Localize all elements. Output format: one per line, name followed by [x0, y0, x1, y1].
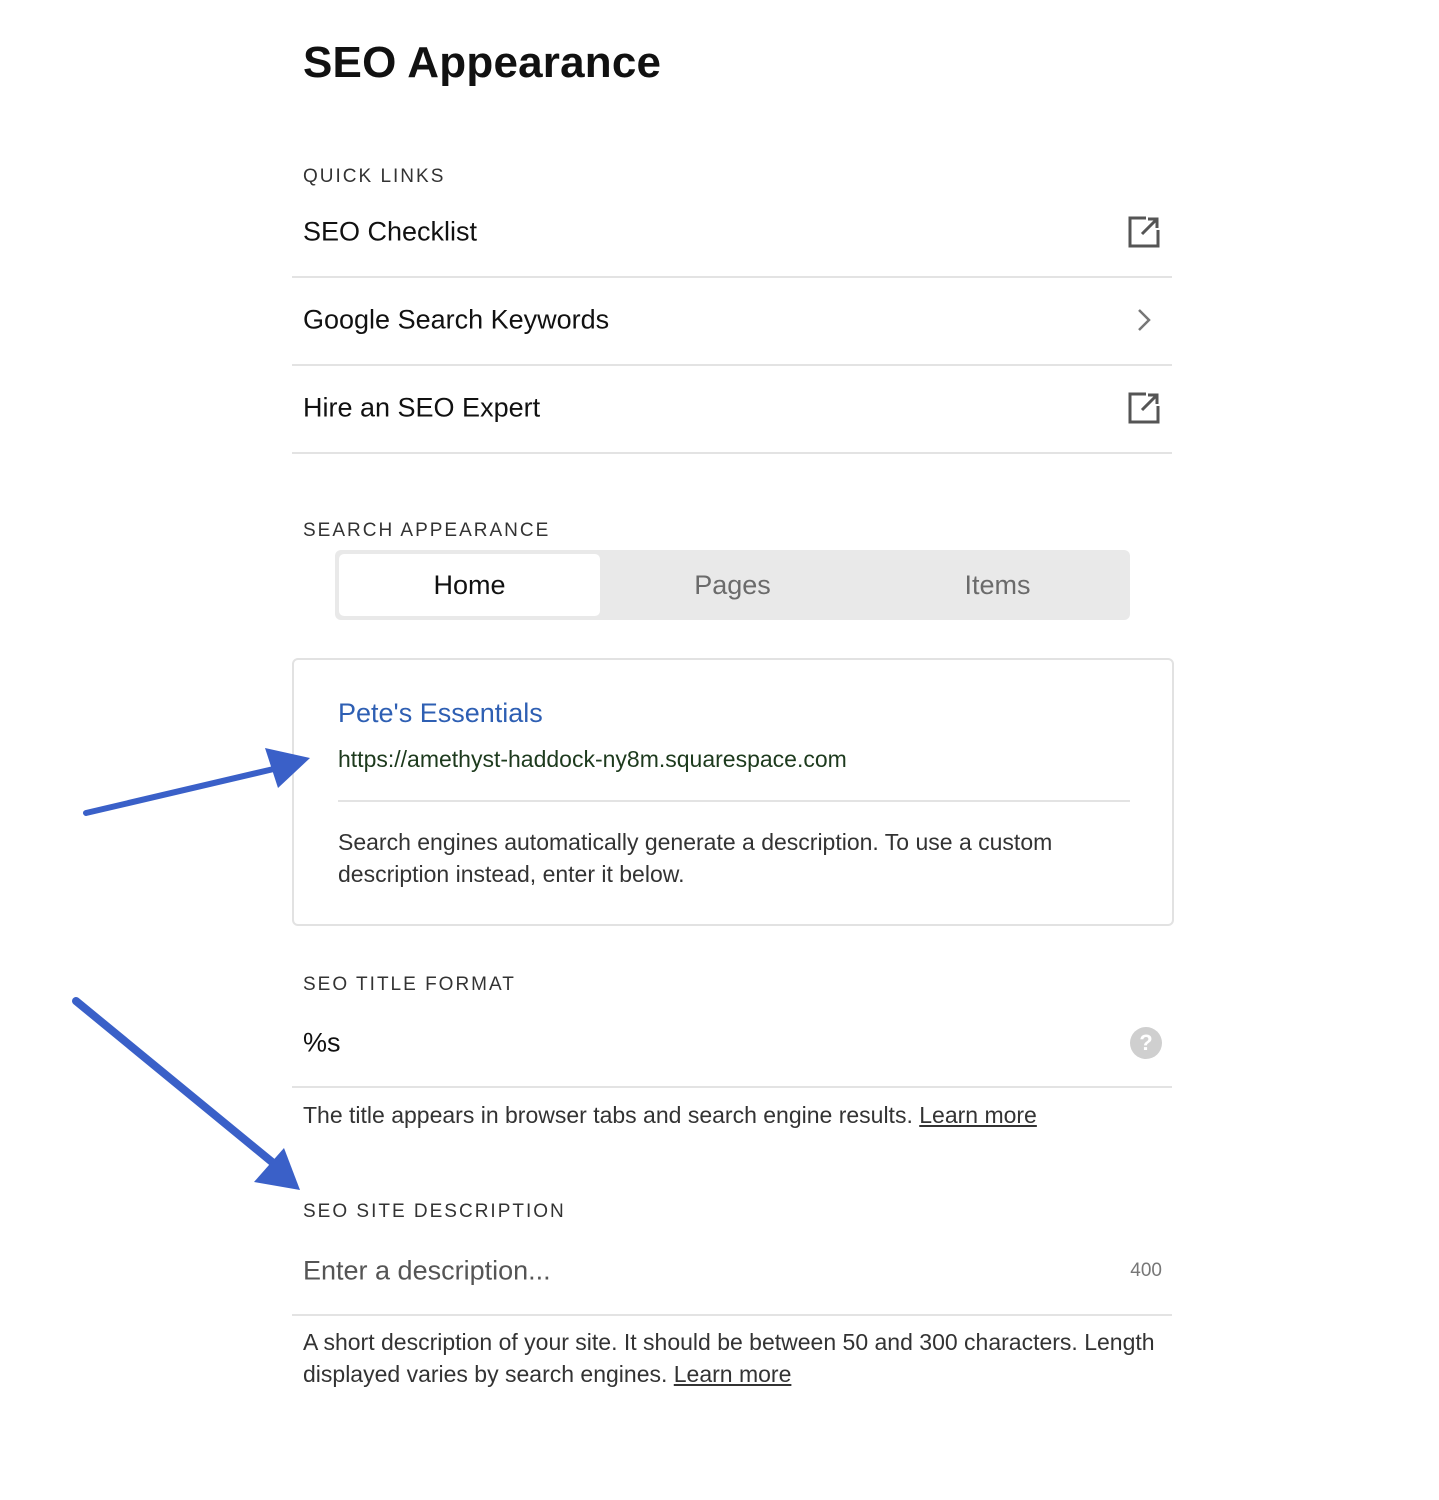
- char-counter: 400: [1130, 1260, 1162, 1281]
- quick-link-label: Hire an SEO Expert: [303, 392, 541, 423]
- preview-divider: [338, 800, 1130, 802]
- tab-items[interactable]: Items: [865, 550, 1130, 620]
- preview-site-url: https://amethyst-haddock-ny8m.squarespac…: [338, 746, 847, 772]
- seo-site-description-help: A short description of your site. It sho…: [303, 1326, 1163, 1390]
- learn-more-link[interactable]: Learn more: [674, 1361, 792, 1387]
- quick-link-label: Google Search Keywords: [303, 304, 610, 335]
- external-link-icon: [1126, 214, 1162, 250]
- help-icon[interactable]: ?: [1130, 1027, 1162, 1059]
- external-link-icon: [1126, 390, 1162, 426]
- preview-description: Search engines automatically generate a …: [338, 829, 1053, 887]
- seo-site-description-heading: SEO SITE DESCRIPTION: [303, 1201, 566, 1222]
- quick-link-seo-checklist[interactable]: SEO Checklist: [292, 188, 1172, 278]
- seo-title-format-help: The title appears in browser tabs and se…: [303, 1099, 1163, 1131]
- preview-site-title: Pete's Essentials: [338, 698, 543, 728]
- seo-title-format-value[interactable]: %s: [303, 1028, 341, 1059]
- chevron-right-icon: [1126, 302, 1162, 338]
- search-appearance-tabs: Home Pages Items: [335, 550, 1130, 620]
- quick-links-heading: QUICK LINKS: [303, 166, 446, 187]
- seo-title-format-help-text: The title appears in browser tabs and se…: [303, 1102, 913, 1128]
- tab-pages[interactable]: Pages: [600, 550, 865, 620]
- annotation-arrow-description: [72, 997, 300, 1190]
- quick-link-label: SEO Checklist: [303, 216, 478, 247]
- quick-link-google-search-keywords[interactable]: Google Search Keywords: [292, 276, 1172, 366]
- quick-link-hire-seo-expert[interactable]: Hire an SEO Expert: [292, 364, 1172, 454]
- annotation-arrow-url: [83, 748, 310, 816]
- search-appearance-heading: SEARCH APPEARANCE: [303, 520, 551, 541]
- seo-title-format-heading: SEO TITLE FORMAT: [303, 974, 516, 995]
- learn-more-link[interactable]: Learn more: [919, 1102, 1037, 1128]
- seo-title-format-field[interactable]: %s ?: [292, 1000, 1172, 1088]
- seo-site-description-input[interactable]: [303, 1255, 1083, 1287]
- search-preview-card: Pete's Essentials https://amethyst-haddo…: [292, 658, 1174, 926]
- page-title: SEO Appearance: [303, 38, 662, 87]
- tab-home[interactable]: Home: [339, 554, 600, 616]
- seo-site-description-field: 400: [292, 1228, 1172, 1316]
